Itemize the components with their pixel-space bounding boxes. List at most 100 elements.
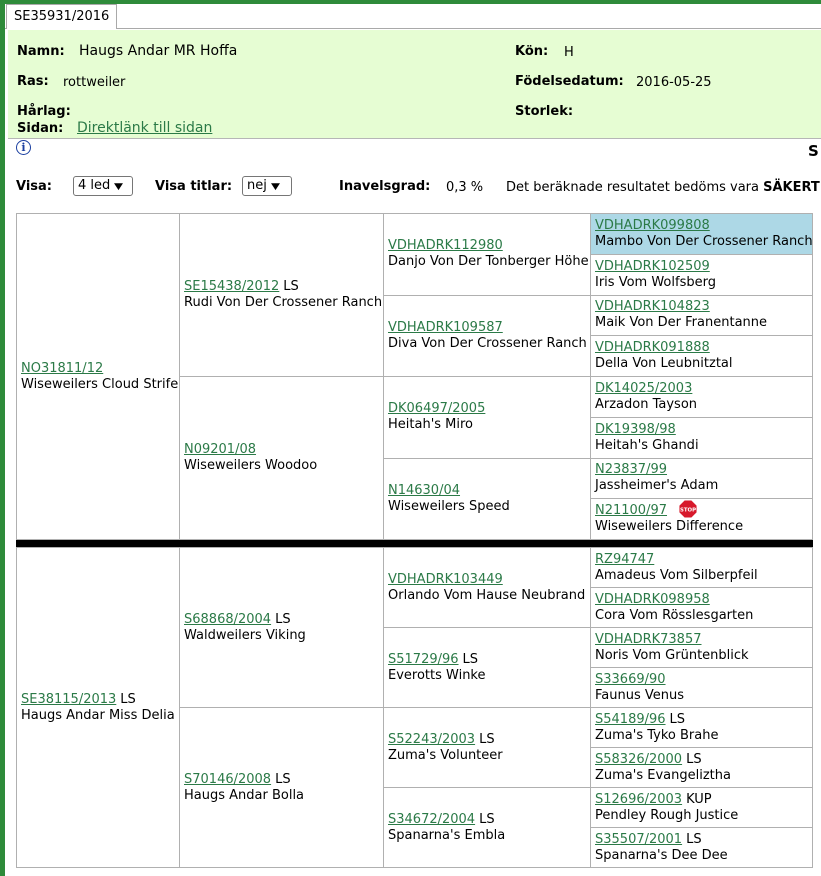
registration-link[interactable]: S33669/90 [595,672,666,687]
chevron-down-icon: ▼ [270,182,280,192]
registration-link[interactable]: S58326/2000 [595,752,682,767]
registration-link[interactable]: VDHADRK099808 [595,218,710,233]
title-badge: LS [283,279,299,294]
gen3-cell: VDHADRK109587 Diva Von Der Crossener Ranc… [383,294,591,377]
title-badge: KUP [686,791,712,807]
section-title-cut: S [808,142,819,160]
registration-link[interactable]: SE38115/2013 [21,692,116,707]
registration-link[interactable]: VDHADRK112980 [388,238,503,253]
gen3-cell: VDHADRK112980 Danjo Von Der Tonberger Höh… [383,213,591,296]
registration-link[interactable]: SE15438/2012 [184,279,279,294]
tab-registration[interactable]: SE35931/2016 [6,4,118,29]
stop-sign-icon: STOP [679,500,698,519]
registration-link[interactable]: VDHADRK098958 [595,592,710,607]
top-accent-bar [0,0,821,4]
dog-name: Amadeus Vom Silberpfeil [595,567,758,583]
registration-link[interactable]: VDHADRK109587 [388,320,503,335]
dog-name: Waldweilers Viking [184,627,306,643]
gen4-cell: S12696/2003 KUP Pendley Rough Justice [590,787,813,828]
titlar-select-value: nej [247,178,267,193]
visa-select[interactable]: 4 led ▼ [73,176,133,196]
tab-underline [5,28,821,29]
registration-link[interactable]: S54189/96 [595,712,666,727]
gen4-cell: DK19398/98 Heitah's Ghandi [590,416,813,459]
dog-name: Noris Vom Grüntenblick [595,647,749,663]
sire-cell: NO31811/12 Wiseweilers Cloud Strife [16,213,180,540]
registration-link[interactable]: S35507/2001 [595,832,682,847]
dog-name: Zuma's Volunteer [388,747,503,763]
namn-value: Haugs Andar MR Hoffa [79,43,238,59]
visa-select-value: 4 led [78,178,111,193]
gen2-cell: S70146/2008 LS Haugs Andar Bolla [179,707,384,868]
registration-link[interactable]: N09201/08 [184,442,256,457]
ras-value: rottweiler [63,75,126,90]
titlar-select[interactable]: nej ▼ [242,176,292,196]
gen4-cell: N23837/99 Jassheimer's Adam [590,457,813,500]
dog-name: Diva Von Der Crossener Ranch [388,335,587,351]
registration-link[interactable]: NO31811/12 [21,361,103,376]
registration-link[interactable]: DK19398/98 [595,422,676,437]
dog-name: Mambo Von Der Crossener Ranch [595,233,813,249]
registration-link[interactable]: S34672/2004 [388,812,475,827]
harlag-label: Hårlag: [17,104,71,119]
gen4-cell: VDHADRK098958 Cora Vom Rösslesgarten [590,587,813,628]
gen4-cell: VDHADRK099808 Mambo Von Der Crossener Ran… [590,213,813,255]
registration-link[interactable]: VDHADRK103449 [388,572,503,587]
gen4-cell: DK14025/2003 Arzadon Tayson [590,376,813,418]
registration-link[interactable]: N14630/04 [388,483,460,498]
title-badge: LS [686,751,702,767]
dog-name: Everotts Winke [388,667,486,683]
title-badge: LS [669,711,686,727]
registration-link[interactable]: S68868/2004 [184,612,271,627]
dog-name: Zuma's Evangeliztha [595,767,731,783]
pedigree-divider [16,539,813,547]
dog-name: Della Von Leubnitztal [595,356,733,372]
dog-name: Rudi Von Der Crossener Ranch [184,295,383,310]
gen3-cell: S52243/2003 LS Zuma's Volunteer [383,707,591,788]
fodelsedatum-label: Födelsedatum: [515,74,624,89]
gen4-cell: S33669/90 Faunus Venus [590,667,813,708]
dog-name: Maik Von Der Franentanne [595,315,768,331]
dog-name: Zuma's Tyko Brahe [595,727,719,743]
inavelsgrad-value: 0,3 % [446,180,484,195]
gen3-cell: DK06497/2005 Heitah's Miro [383,376,591,459]
registration-link[interactable]: N23837/99 [595,462,667,477]
dog-name: Danjo Von Der Tonberger Höhe [388,254,589,270]
gen4-cell: S35507/2001 LS Spanarna's Dee Dee [590,827,813,868]
title-badge: LS [275,771,291,787]
registration-link[interactable]: VDHADRK091888 [595,340,710,355]
dog-name: Haugs Andar Miss Delia [21,707,175,723]
result-text: Det beräknade resultatet bedöms vara SÄK… [506,180,821,195]
dam-cell: SE38115/2013 LS Haugs Andar Miss Delia [16,547,180,868]
visa-label: Visa: [16,179,52,194]
gen3-cell: VDHADRK103449 Orlando Vom Hause Neubrand [383,547,591,628]
fodelsedatum-value: 2016-05-25 [636,75,712,90]
dog-name: Jassheimer's Adam [595,478,719,494]
registration-link[interactable]: S12696/2003 [595,792,682,807]
registration-link[interactable]: S52243/2003 [388,732,475,747]
registration-link[interactable]: DK06497/2005 [388,401,485,416]
registration-link[interactable]: VDHADRK73857 [595,632,702,647]
dog-name: Pendley Rough Justice [595,807,739,823]
registration-link[interactable]: RZ94747 [595,552,654,567]
left-accent-bar [0,0,5,876]
registration-link[interactable]: DK14025/2003 [595,381,692,396]
dog-name: Heitah's Miro [388,417,474,433]
registration-link[interactable]: VDHADRK104823 [595,299,710,314]
registration-link[interactable]: S70146/2008 [184,772,271,787]
dog-name: Wiseweilers Cloud Strife [21,376,179,392]
gen4-cell: N21100/97 STOP Wiseweilers Difference [590,498,813,540]
chevron-down-icon: ▼ [114,182,124,192]
dog-name: Arzadon Tayson [595,396,698,412]
title-badge: LS [275,611,291,627]
direct-link[interactable]: Direktlänk till sidan [77,120,212,136]
registration-link[interactable]: N21100/97 [595,503,667,518]
kon-label: Kön: [515,44,549,59]
title-badge: LS [479,811,495,827]
registration-link[interactable]: VDHADRK102509 [595,259,710,274]
dog-name: Faunus Venus [595,687,685,703]
title-badge: LS [120,691,136,707]
info-icon[interactable]: i [16,140,31,155]
gen2-cell: SE15438/2012 LS Rudi Von Der Crossener Ran… [179,213,384,377]
registration-link[interactable]: S51729/96 [388,652,459,667]
